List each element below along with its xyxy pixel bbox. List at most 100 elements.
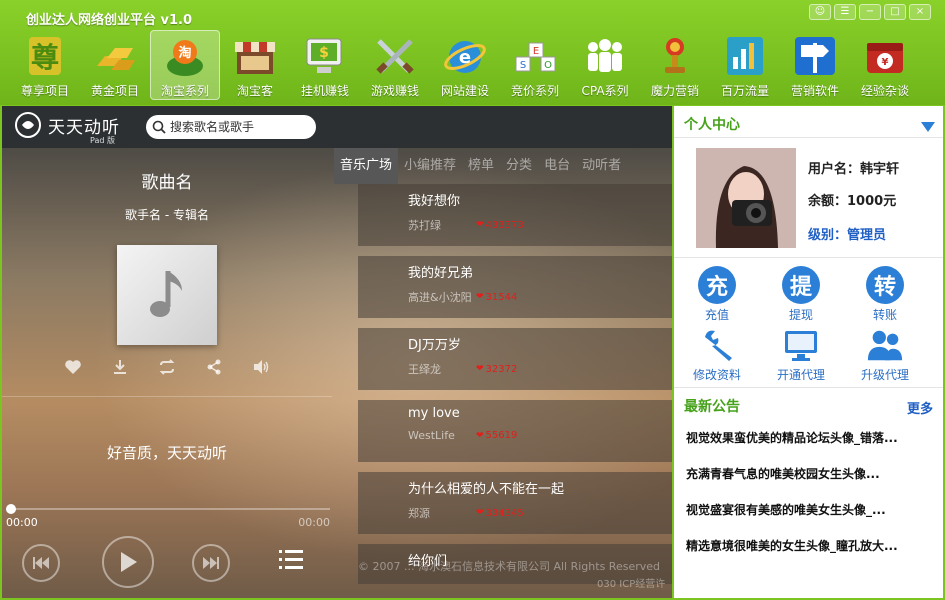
triangle-down-icon — [921, 122, 935, 132]
app-title: 创业达人网络创业平台 v1.0 — [26, 13, 193, 28]
logo-edition: Pad 版 — [90, 136, 115, 145]
play-button[interactable] — [102, 536, 154, 588]
avatar[interactable] — [696, 148, 796, 248]
close-button[interactable]: × — [909, 4, 931, 20]
play-icon — [121, 552, 137, 572]
like-count: 31544 — [485, 291, 518, 303]
open-agent-button[interactable]: 开通代理 — [766, 326, 836, 383]
tab-radio[interactable]: 电台 — [538, 148, 576, 184]
nav-item-guaji[interactable]: $ 挂机赚钱 — [290, 30, 360, 100]
menu-button[interactable]: ☰ — [834, 4, 856, 20]
song-artist: 高进&小沈阳 — [408, 291, 472, 304]
nav-item-jingjia[interactable]: SEO 竞价系列 — [500, 30, 570, 100]
player-header: 天天动听 Pad 版 — [2, 106, 672, 148]
notice-list: 视觉效果蛮优美的精品论坛头像_错落... 充满青春气息的唯美校园女生头像... … — [674, 420, 943, 564]
skin-button[interactable]: ☺ — [809, 4, 831, 20]
nav-item-taobaoke[interactable]: 淘宝客 — [220, 30, 290, 100]
main-nav: 尊 尊享项目 黄金项目 淘 淘宝系列 淘宝客 $ 挂机赚钱 游戏赚钱 e 网站建… — [10, 30, 920, 100]
withdraw-button[interactable]: 提 提现 — [766, 266, 836, 323]
nav-item-taobao[interactable]: 淘 淘宝系列 — [150, 30, 220, 100]
song-title: 歌曲名 — [141, 173, 193, 193]
bar-chart-icon — [723, 34, 767, 78]
nav-item-moli[interactable]: 魔力营销 — [640, 30, 710, 100]
minimize-button[interactable]: − — [859, 4, 881, 20]
tab-listeners[interactable]: 动听者 — [576, 148, 627, 184]
song-artist: WestLife — [408, 429, 455, 442]
signpost-icon — [793, 34, 837, 78]
nav-item-cpa[interactable]: CPA系列 — [570, 30, 640, 100]
album-art — [117, 245, 217, 345]
gift-icon: ¥ — [863, 34, 907, 78]
users-icon — [866, 326, 904, 364]
tab-music-square[interactable]: 音乐广场 — [334, 148, 399, 184]
list-item[interactable]: 我的好兄弟 高进&小沈阳 ❤ 31544 — [358, 256, 672, 318]
notice-item[interactable]: 充满青春气息的唯美校园女生头像... — [674, 456, 939, 492]
heart-icon: ❤ — [476, 508, 484, 518]
download-button[interactable] — [109, 356, 131, 378]
svg-text:淘: 淘 — [178, 45, 191, 61]
search-input[interactable] — [170, 117, 308, 137]
nav-item-wangzhan[interactable]: e 网站建设 — [430, 30, 500, 100]
level-value: 管理员 — [847, 228, 887, 243]
music-tabs: 音乐广场 小编推荐 榜单 分类 电台 动听者 — [334, 148, 672, 184]
top-bar: 创业达人网络创业平台 v1.0 ☺ ☰ − □ × 尊 尊享项目 黄金项目 淘 … — [0, 0, 945, 105]
progress-knob[interactable] — [6, 504, 16, 514]
song-name: 为什么相爱的人不能在一起 — [408, 482, 565, 497]
song-name: DJ万万岁 — [408, 338, 461, 353]
panel-divider — [2, 396, 332, 397]
next-button[interactable] — [192, 544, 230, 582]
username: 韩宇轩 — [860, 162, 900, 177]
list-item[interactable]: 为什么相爱的人不能在一起 郑源 ❤ 334345 — [358, 472, 672, 534]
tab-charts[interactable]: 榜单 — [462, 148, 500, 184]
gold-bars-icon — [93, 34, 137, 78]
tab-editor-picks[interactable]: 小编推荐 — [398, 148, 462, 184]
player-slogan: 好音质，天天动听 — [106, 444, 227, 462]
progress-bar[interactable] — [6, 504, 330, 514]
list-item[interactable]: 我好想你 苏打绿 ❤ 433373 — [358, 184, 672, 246]
previous-button[interactable] — [22, 544, 60, 582]
notice-item[interactable]: 视觉盛宴很有美感的唯美女生头像_... — [674, 492, 939, 528]
swords-icon — [373, 34, 417, 78]
list-item[interactable]: my love WestLife ❤ 55619 — [358, 400, 672, 462]
nav-item-zunxiang[interactable]: 尊 尊享项目 — [10, 30, 80, 100]
nav-item-yingxiao[interactable]: 营销软件 — [780, 30, 850, 100]
icp-text: 030 ICP经营许 — [597, 579, 666, 590]
like-count: 55619 — [485, 430, 518, 441]
tiantian-logo-icon — [15, 112, 41, 138]
transfer-button[interactable]: 转 转账 — [850, 266, 920, 323]
like-button[interactable] — [62, 356, 84, 378]
heart-icon: ❤ — [476, 220, 484, 230]
volume-icon — [254, 360, 269, 374]
playlist-button[interactable] — [278, 548, 304, 576]
share-icon — [207, 359, 221, 375]
volume-button[interactable] — [250, 356, 272, 378]
song-artist-album: 歌手名 - 专辑名 — [125, 208, 209, 222]
edit-profile-button[interactable]: 修改资料 — [682, 326, 752, 383]
nav-item-jingyan[interactable]: ¥ 经验杂谈 — [850, 30, 920, 100]
more-link[interactable]: 更多 — [907, 398, 933, 417]
nav-item-gold[interactable]: 黄金项目 — [80, 30, 150, 100]
upgrade-agent-button[interactable]: 升级代理 — [850, 326, 920, 383]
download-icon — [114, 360, 126, 374]
collapse-button[interactable] — [921, 117, 935, 136]
maximize-button[interactable]: □ — [884, 4, 906, 20]
tab-categories[interactable]: 分类 — [500, 148, 538, 184]
recharge-button[interactable]: 充 充值 — [682, 266, 752, 323]
share-button[interactable] — [203, 356, 225, 378]
now-playing-panel: 歌曲名 歌手名 - 专辑名 好音质，天天动听 00:00 00:00 — [2, 148, 332, 598]
svg-text:E: E — [533, 46, 539, 57]
svg-text:e: e — [459, 47, 471, 68]
repeat-button[interactable] — [156, 356, 178, 378]
notice-item[interactable]: 视觉效果蛮优美的精品论坛头像_错落... — [674, 420, 939, 456]
balance-row: 余额：1000元 — [808, 194, 897, 209]
zun-icon: 尊 — [23, 34, 67, 78]
nav-item-baiwan[interactable]: 百万流量 — [710, 30, 780, 100]
ie-icon: e — [443, 34, 487, 78]
time-current: 00:00 — [6, 516, 38, 529]
list-item[interactable]: DJ万万岁 王绎龙 ❤ 32372 — [358, 328, 672, 390]
like-count: 433373 — [485, 219, 524, 231]
nav-item-youxi[interactable]: 游戏赚钱 — [360, 30, 430, 100]
svg-text:S: S — [520, 60, 526, 71]
like-count: 32372 — [485, 363, 518, 375]
notice-item[interactable]: 精选意境很唯美的女生头像_瞳孔放大... — [674, 528, 939, 564]
